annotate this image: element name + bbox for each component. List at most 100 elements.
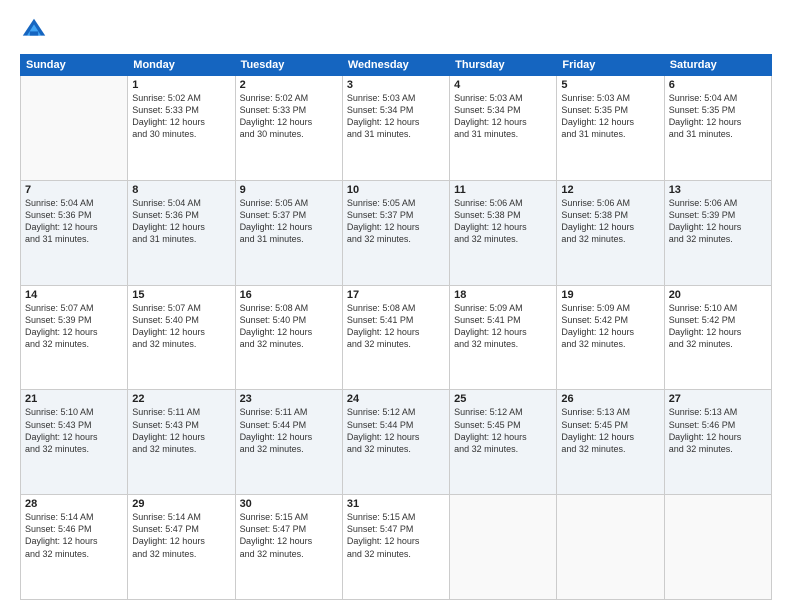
calendar-cell: 5Sunrise: 5:03 AMSunset: 5:35 PMDaylight… [557, 76, 664, 181]
day-info: Sunrise: 5:04 AMSunset: 5:35 PMDaylight:… [669, 92, 767, 141]
day-number: 29 [132, 498, 230, 510]
calendar-week-row: 7Sunrise: 5:04 AMSunset: 5:36 PMDaylight… [21, 180, 772, 285]
day-number: 14 [25, 289, 123, 301]
weekday-header: Wednesday [342, 55, 449, 76]
day-number: 6 [669, 79, 767, 91]
day-number: 5 [561, 79, 659, 91]
weekday-header: Tuesday [235, 55, 342, 76]
day-number: 20 [669, 289, 767, 301]
day-number: 2 [240, 79, 338, 91]
day-number: 12 [561, 184, 659, 196]
day-info: Sunrise: 5:13 AMSunset: 5:45 PMDaylight:… [561, 406, 659, 455]
calendar-cell: 15Sunrise: 5:07 AMSunset: 5:40 PMDayligh… [128, 285, 235, 390]
day-number: 3 [347, 79, 445, 91]
calendar-cell: 28Sunrise: 5:14 AMSunset: 5:46 PMDayligh… [21, 495, 128, 600]
day-number: 15 [132, 289, 230, 301]
day-number: 24 [347, 393, 445, 405]
day-info: Sunrise: 5:04 AMSunset: 5:36 PMDaylight:… [132, 197, 230, 246]
calendar-cell: 2Sunrise: 5:02 AMSunset: 5:33 PMDaylight… [235, 76, 342, 181]
day-info: Sunrise: 5:05 AMSunset: 5:37 PMDaylight:… [347, 197, 445, 246]
day-info: Sunrise: 5:03 AMSunset: 5:34 PMDaylight:… [454, 92, 552, 141]
day-number: 27 [669, 393, 767, 405]
day-info: Sunrise: 5:14 AMSunset: 5:47 PMDaylight:… [132, 511, 230, 560]
calendar-week-row: 28Sunrise: 5:14 AMSunset: 5:46 PMDayligh… [21, 495, 772, 600]
day-info: Sunrise: 5:06 AMSunset: 5:38 PMDaylight:… [561, 197, 659, 246]
calendar-cell: 20Sunrise: 5:10 AMSunset: 5:42 PMDayligh… [664, 285, 771, 390]
day-number: 8 [132, 184, 230, 196]
day-number: 1 [132, 79, 230, 91]
calendar-cell [450, 495, 557, 600]
header [20, 16, 772, 44]
day-number: 19 [561, 289, 659, 301]
weekday-header: Friday [557, 55, 664, 76]
day-number: 23 [240, 393, 338, 405]
day-number: 21 [25, 393, 123, 405]
day-info: Sunrise: 5:09 AMSunset: 5:42 PMDaylight:… [561, 302, 659, 351]
calendar-cell: 4Sunrise: 5:03 AMSunset: 5:34 PMDaylight… [450, 76, 557, 181]
calendar-cell: 14Sunrise: 5:07 AMSunset: 5:39 PMDayligh… [21, 285, 128, 390]
day-info: Sunrise: 5:08 AMSunset: 5:41 PMDaylight:… [347, 302, 445, 351]
calendar-cell: 30Sunrise: 5:15 AMSunset: 5:47 PMDayligh… [235, 495, 342, 600]
calendar-cell: 29Sunrise: 5:14 AMSunset: 5:47 PMDayligh… [128, 495, 235, 600]
day-info: Sunrise: 5:04 AMSunset: 5:36 PMDaylight:… [25, 197, 123, 246]
calendar-cell: 24Sunrise: 5:12 AMSunset: 5:44 PMDayligh… [342, 390, 449, 495]
calendar-cell: 12Sunrise: 5:06 AMSunset: 5:38 PMDayligh… [557, 180, 664, 285]
day-number: 17 [347, 289, 445, 301]
calendar-cell: 11Sunrise: 5:06 AMSunset: 5:38 PMDayligh… [450, 180, 557, 285]
page: SundayMondayTuesdayWednesdayThursdayFrid… [0, 0, 792, 612]
calendar-cell: 17Sunrise: 5:08 AMSunset: 5:41 PMDayligh… [342, 285, 449, 390]
day-info: Sunrise: 5:15 AMSunset: 5:47 PMDaylight:… [347, 511, 445, 560]
logo [20, 16, 52, 44]
calendar-table: SundayMondayTuesdayWednesdayThursdayFrid… [20, 54, 772, 600]
calendar-cell: 3Sunrise: 5:03 AMSunset: 5:34 PMDaylight… [342, 76, 449, 181]
day-info: Sunrise: 5:07 AMSunset: 5:40 PMDaylight:… [132, 302, 230, 351]
calendar-cell: 10Sunrise: 5:05 AMSunset: 5:37 PMDayligh… [342, 180, 449, 285]
calendar-cell: 6Sunrise: 5:04 AMSunset: 5:35 PMDaylight… [664, 76, 771, 181]
day-info: Sunrise: 5:03 AMSunset: 5:35 PMDaylight:… [561, 92, 659, 141]
day-number: 4 [454, 79, 552, 91]
day-info: Sunrise: 5:02 AMSunset: 5:33 PMDaylight:… [240, 92, 338, 141]
calendar-cell: 26Sunrise: 5:13 AMSunset: 5:45 PMDayligh… [557, 390, 664, 495]
day-number: 31 [347, 498, 445, 510]
calendar-cell: 21Sunrise: 5:10 AMSunset: 5:43 PMDayligh… [21, 390, 128, 495]
calendar-cell [557, 495, 664, 600]
day-info: Sunrise: 5:02 AMSunset: 5:33 PMDaylight:… [132, 92, 230, 141]
weekday-header: Thursday [450, 55, 557, 76]
day-info: Sunrise: 5:10 AMSunset: 5:42 PMDaylight:… [669, 302, 767, 351]
day-info: Sunrise: 5:12 AMSunset: 5:44 PMDaylight:… [347, 406, 445, 455]
calendar-cell [21, 76, 128, 181]
day-number: 9 [240, 184, 338, 196]
day-number: 28 [25, 498, 123, 510]
calendar-week-row: 21Sunrise: 5:10 AMSunset: 5:43 PMDayligh… [21, 390, 772, 495]
day-number: 10 [347, 184, 445, 196]
day-info: Sunrise: 5:03 AMSunset: 5:34 PMDaylight:… [347, 92, 445, 141]
day-info: Sunrise: 5:11 AMSunset: 5:43 PMDaylight:… [132, 406, 230, 455]
calendar-cell: 18Sunrise: 5:09 AMSunset: 5:41 PMDayligh… [450, 285, 557, 390]
calendar-cell: 22Sunrise: 5:11 AMSunset: 5:43 PMDayligh… [128, 390, 235, 495]
calendar-cell: 7Sunrise: 5:04 AMSunset: 5:36 PMDaylight… [21, 180, 128, 285]
weekday-header: Saturday [664, 55, 771, 76]
calendar-cell: 1Sunrise: 5:02 AMSunset: 5:33 PMDaylight… [128, 76, 235, 181]
day-info: Sunrise: 5:08 AMSunset: 5:40 PMDaylight:… [240, 302, 338, 351]
calendar-cell: 16Sunrise: 5:08 AMSunset: 5:40 PMDayligh… [235, 285, 342, 390]
day-number: 16 [240, 289, 338, 301]
calendar-week-row: 14Sunrise: 5:07 AMSunset: 5:39 PMDayligh… [21, 285, 772, 390]
calendar-cell: 9Sunrise: 5:05 AMSunset: 5:37 PMDaylight… [235, 180, 342, 285]
day-number: 25 [454, 393, 552, 405]
calendar-cell: 25Sunrise: 5:12 AMSunset: 5:45 PMDayligh… [450, 390, 557, 495]
day-info: Sunrise: 5:06 AMSunset: 5:38 PMDaylight:… [454, 197, 552, 246]
day-number: 18 [454, 289, 552, 301]
day-info: Sunrise: 5:05 AMSunset: 5:37 PMDaylight:… [240, 197, 338, 246]
day-number: 22 [132, 393, 230, 405]
day-info: Sunrise: 5:12 AMSunset: 5:45 PMDaylight:… [454, 406, 552, 455]
day-number: 7 [25, 184, 123, 196]
calendar-cell: 23Sunrise: 5:11 AMSunset: 5:44 PMDayligh… [235, 390, 342, 495]
day-info: Sunrise: 5:06 AMSunset: 5:39 PMDaylight:… [669, 197, 767, 246]
day-info: Sunrise: 5:11 AMSunset: 5:44 PMDaylight:… [240, 406, 338, 455]
day-info: Sunrise: 5:13 AMSunset: 5:46 PMDaylight:… [669, 406, 767, 455]
calendar-cell: 13Sunrise: 5:06 AMSunset: 5:39 PMDayligh… [664, 180, 771, 285]
calendar-cell [664, 495, 771, 600]
calendar-cell: 19Sunrise: 5:09 AMSunset: 5:42 PMDayligh… [557, 285, 664, 390]
calendar-week-row: 1Sunrise: 5:02 AMSunset: 5:33 PMDaylight… [21, 76, 772, 181]
day-info: Sunrise: 5:14 AMSunset: 5:46 PMDaylight:… [25, 511, 123, 560]
